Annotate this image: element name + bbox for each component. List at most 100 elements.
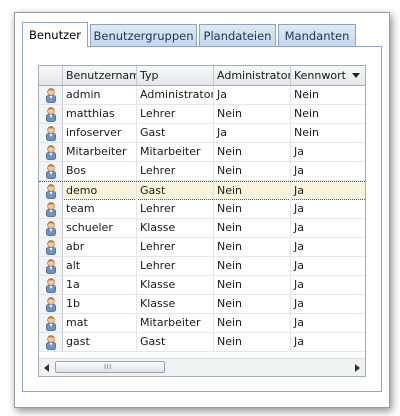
table-row[interactable]: alt Lehrer Nein Ja	[39, 257, 365, 276]
user-icon	[45, 239, 57, 255]
column-header-benutzername[interactable]: Benutzername	[63, 66, 137, 85]
cell-kennwort: Ja	[294, 145, 304, 158]
cell-administrator: Nein	[214, 276, 291, 294]
cell-benutzername: 1b	[63, 295, 137, 313]
row-icon-cell	[39, 219, 63, 237]
user-grid: Benutzername Typ Administrator Kennwort …	[38, 65, 366, 377]
column-header-kennwort[interactable]: Kennwort	[291, 66, 365, 85]
cell-typ: Klasse	[137, 295, 214, 313]
table-row[interactable]: infoserver Gast Ja Nein	[39, 124, 365, 143]
table-row[interactable]: gast Gast Nein Ja	[39, 333, 365, 352]
cell-kennwort: Ja	[294, 259, 304, 272]
table-row[interactable]: demo Gast Nein Ja	[39, 181, 365, 200]
cell-administrator: Nein	[214, 162, 291, 180]
cell-benutzername: schueler	[63, 219, 137, 237]
user-icon	[45, 163, 57, 179]
grid-rows: admin Administrator Ja Nein matthias Lehrer Ne…	[39, 86, 365, 352]
row-icon-cell	[39, 124, 63, 142]
user-icon	[45, 296, 57, 312]
row-icon-cell	[39, 295, 63, 313]
table-row[interactable]: admin Administrator Ja Nein	[39, 86, 365, 105]
column-header-kennwort-label: Kennwort	[294, 69, 346, 82]
user-icon	[45, 277, 57, 293]
user-icon	[45, 334, 57, 350]
cell-typ: Gast	[137, 124, 214, 142]
cell-benutzername: matthias	[63, 105, 137, 123]
cell-administrator: Nein	[214, 143, 291, 161]
cell-kennwort: Nein	[294, 126, 320, 139]
user-icon	[45, 183, 57, 199]
column-header-administrator[interactable]: Administrator	[214, 66, 291, 85]
cell-typ: Administrator	[137, 86, 214, 104]
cell-administrator: Ja	[214, 124, 291, 142]
cell-typ: Klasse	[137, 219, 214, 237]
cell-kennwort: Ja	[294, 184, 304, 197]
cell-administrator: Nein	[214, 314, 291, 332]
cell-benutzername: Mitarbeiter	[63, 143, 137, 161]
user-icon	[45, 220, 57, 236]
cell-typ: Lehrer	[137, 257, 214, 275]
cell-administrator: Nein	[214, 238, 291, 256]
table-row[interactable]: mat Mitarbeiter Nein Ja	[39, 314, 365, 333]
sort-descending-icon	[352, 73, 360, 78]
row-icon-cell	[39, 257, 63, 275]
scrollbar-grip: III	[104, 363, 112, 371]
cell-kennwort: Nein	[294, 88, 320, 101]
table-row[interactable]: Bos Lehrer Nein Ja	[39, 162, 365, 181]
tab-mandanten[interactable]: Mandanten	[278, 24, 356, 46]
cell-kennwort: Ja	[294, 278, 304, 291]
scroll-right-arrow-icon[interactable]	[355, 364, 360, 372]
cell-benutzername: demo	[63, 182, 137, 200]
tab-benutzergruppen[interactable]: Benutzergruppen	[90, 24, 197, 46]
table-row[interactable]: schueler Klasse Nein Ja	[39, 219, 365, 238]
cell-kennwort: Ja	[294, 202, 304, 215]
cell-administrator: Nein	[214, 333, 291, 351]
horizontal-scrollbar[interactable]: III	[39, 358, 365, 376]
table-row[interactable]: Mitarbeiter Mitarbeiter Nein Ja	[39, 143, 365, 162]
cell-benutzername: alt	[63, 257, 137, 275]
row-icon-cell	[39, 105, 63, 123]
header-icon-column[interactable]	[39, 66, 63, 85]
cell-benutzername: abr	[63, 238, 137, 256]
row-icon-cell	[39, 276, 63, 294]
cell-benutzername: infoserver	[63, 124, 137, 142]
cell-administrator: Nein	[214, 219, 291, 237]
scrollbar-thumb[interactable]: III	[55, 361, 165, 373]
cell-kennwort: Ja	[294, 164, 304, 177]
row-icon-cell	[39, 162, 63, 180]
user-icon	[45, 201, 57, 217]
table-row[interactable]: matthias Lehrer Nein Nein	[39, 105, 365, 124]
cell-typ: Mitarbeiter	[137, 314, 214, 332]
row-icon-cell	[39, 143, 63, 161]
row-icon-cell	[39, 333, 63, 351]
cell-kennwort: Ja	[294, 335, 304, 348]
cell-kennwort: Ja	[294, 240, 304, 253]
grid-header: Benutzername Typ Administrator Kennwort	[39, 66, 365, 86]
cell-typ: Lehrer	[137, 238, 214, 256]
table-row[interactable]: team Lehrer Nein Ja	[39, 200, 365, 219]
tab-plandateien[interactable]: Plandateien	[199, 24, 276, 46]
cell-benutzername: gast	[63, 333, 137, 351]
row-icon-cell	[39, 182, 63, 200]
tab-strip: Benutzer Benutzergruppen Plandateien Man…	[22, 22, 382, 47]
table-row[interactable]: abr Lehrer Nein Ja	[39, 238, 365, 257]
table-row[interactable]: 1b Klasse Nein Ja	[39, 295, 365, 314]
cell-kennwort: Ja	[294, 221, 304, 234]
row-icon-cell	[39, 314, 63, 332]
user-icon	[45, 106, 57, 122]
cell-administrator: Nein	[214, 200, 291, 218]
cell-administrator: Ja	[214, 86, 291, 104]
cell-benutzername: Bos	[63, 162, 137, 180]
table-row[interactable]: 1a Klasse Nein Ja	[39, 276, 365, 295]
tab-benutzer[interactable]: Benutzer	[22, 22, 88, 47]
cell-benutzername: team	[63, 200, 137, 218]
cell-typ: Lehrer	[137, 105, 214, 123]
user-icon	[45, 315, 57, 331]
tab-panel: Benutzername Typ Administrator Kennwort …	[22, 46, 382, 392]
scroll-left-arrow-icon[interactable]	[44, 364, 49, 372]
cell-typ: Klasse	[137, 276, 214, 294]
column-header-typ[interactable]: Typ	[137, 66, 214, 85]
user-icon	[45, 258, 57, 274]
user-icon	[45, 87, 57, 103]
row-icon-cell	[39, 200, 63, 218]
